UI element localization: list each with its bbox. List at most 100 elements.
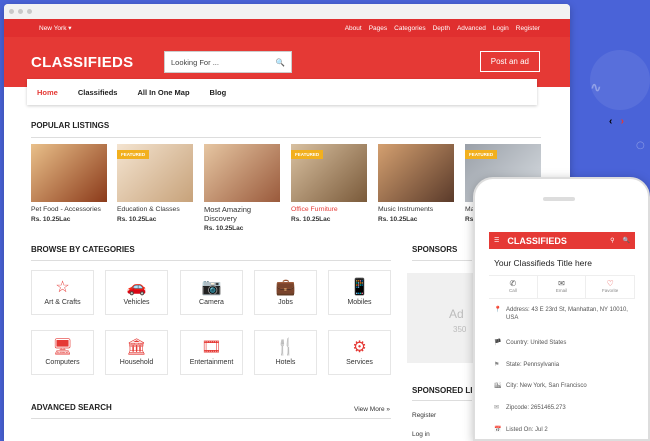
top-links: About Pages Categories Depth Advanced Login Re… bbox=[345, 25, 540, 32]
location-select[interactable]: New York ▾ bbox=[39, 24, 72, 32]
listing-image[interactable]: FEATURED bbox=[117, 144, 193, 202]
category-tile[interactable]: ⚙ Services bbox=[328, 330, 391, 375]
window-dot[interactable] bbox=[9, 9, 14, 14]
featured-badge: FEATURED bbox=[291, 150, 324, 159]
call-button[interactable]: ✆ Call bbox=[489, 276, 538, 298]
detail-text: Zipcode: 2651465.273 bbox=[506, 405, 566, 411]
listing-title[interactable]: Music Instruments bbox=[378, 205, 454, 214]
category-label: Computers bbox=[45, 359, 80, 366]
top-link[interactable]: Depth bbox=[433, 25, 450, 32]
listing-image[interactable] bbox=[204, 144, 280, 202]
detail-text: Address: 43 E 23rd St, Manhattan, NY 100… bbox=[506, 307, 628, 321]
email-button[interactable]: ✉ Email bbox=[538, 276, 587, 298]
category-tile[interactable]: 📷 Camera bbox=[180, 270, 243, 315]
top-link[interactable]: Pages bbox=[369, 25, 387, 32]
detail-text: Listed On: Jul 2 bbox=[506, 427, 548, 433]
browser-chrome bbox=[4, 4, 570, 19]
nav-item[interactable]: Home bbox=[27, 88, 68, 97]
category-tile[interactable]: 🏛 Household bbox=[105, 330, 168, 375]
heart-icon: ♡ bbox=[606, 279, 614, 288]
detail-row: ✉ Zipcode: 2651465.273 bbox=[494, 404, 634, 412]
divider bbox=[31, 418, 391, 419]
prev-arrow-icon[interactable]: ‹ bbox=[609, 116, 612, 127]
category-icon: 🎞 bbox=[201, 339, 222, 356]
nav-item[interactable]: Classifieds bbox=[68, 88, 128, 97]
carousel-arrows: ‹ › bbox=[609, 116, 624, 127]
listing-card[interactable]: Pet Food - Accessories Rs. 10.25Lac bbox=[31, 144, 107, 223]
register-link[interactable]: Register bbox=[412, 412, 436, 419]
top-link[interactable]: Advanced bbox=[457, 25, 486, 32]
location-pin-icon[interactable]: ⚲ bbox=[610, 237, 614, 244]
category-tile[interactable]: ☆ Art & Crafts bbox=[31, 270, 94, 315]
featured-badge: FEATURED bbox=[465, 150, 498, 159]
category-icon: 📷 bbox=[201, 279, 222, 296]
category-label: Entertainment bbox=[189, 359, 234, 366]
window-dot[interactable] bbox=[27, 9, 32, 14]
category-label: Mobiles bbox=[347, 299, 372, 306]
listing-title[interactable]: Education & Classes bbox=[117, 205, 193, 214]
category-tile[interactable]: 📱 Mobiles bbox=[328, 270, 391, 315]
listing-title[interactable]: Pet Food - Accessories bbox=[31, 205, 107, 214]
listing-card[interactable]: Music Instruments Rs. 10.25Lac bbox=[378, 144, 454, 223]
category-label: Household bbox=[119, 359, 154, 366]
login-link[interactable]: Log in bbox=[412, 431, 430, 438]
category-icon: ☆ bbox=[55, 279, 70, 296]
favorite-button[interactable]: ♡ Favorite bbox=[586, 276, 636, 298]
category-label: Hotels bbox=[275, 359, 296, 366]
nav-item[interactable]: Blog bbox=[200, 88, 237, 97]
detail-text: Country: United States bbox=[506, 340, 567, 346]
window-dot[interactable] bbox=[18, 9, 23, 14]
category-label: Vehicles bbox=[123, 299, 150, 306]
post-ad-button[interactable]: Post an ad bbox=[479, 51, 540, 72]
listing-title[interactable]: Most Amazing Discovery bbox=[204, 205, 280, 223]
nav-item[interactable]: All In One Map bbox=[127, 88, 199, 97]
divider bbox=[31, 260, 391, 261]
listing-title[interactable]: Office Furniture bbox=[291, 205, 367, 214]
popular-listings-title: POPULAR LISTINGS bbox=[31, 121, 110, 130]
detail-text: City: New York, San Francisco bbox=[506, 383, 587, 389]
featured-badge: FEATURED bbox=[117, 150, 150, 159]
top-link[interactable]: Login bbox=[493, 25, 509, 32]
detail-row: 🏴 Country: United States bbox=[494, 339, 634, 347]
top-link[interactable]: Register bbox=[516, 25, 540, 32]
envelope-icon: ✉ bbox=[558, 279, 565, 288]
listing-image[interactable]: FEATURED bbox=[291, 144, 367, 202]
top-link[interactable]: Categories bbox=[394, 25, 425, 32]
category-tile[interactable]: 🎞 Entertainment bbox=[180, 330, 243, 375]
listing-card[interactable]: FEATURED Office Furniture Rs. 10.25Lac bbox=[291, 144, 367, 223]
site-logo[interactable]: CLASSIFIEDS bbox=[31, 54, 164, 71]
main-nav: Home Classifieds All In One Map Blog bbox=[27, 79, 537, 105]
category-tile[interactable]: 🍴 Hotels bbox=[254, 330, 317, 375]
listing-image[interactable] bbox=[378, 144, 454, 202]
category-icon: 💼 bbox=[275, 279, 296, 296]
category-tile[interactable]: 🖥 Computers bbox=[31, 330, 94, 375]
phone-logo[interactable]: CLASSIFIEDS bbox=[499, 236, 610, 246]
view-more-link[interactable]: View More » bbox=[354, 406, 390, 413]
phone-speaker bbox=[543, 197, 575, 201]
advanced-search-title: ADVANCED SEARCH bbox=[31, 403, 112, 412]
detail-row: 📍 Address: 43 E 23rd St, Manhattan, NY 10… bbox=[494, 306, 634, 322]
phone-actions: ✆ Call ✉ Email ♡ Favorite bbox=[489, 275, 636, 299]
listing-price: Rs. 10.25Lac bbox=[31, 216, 71, 223]
categories-title: BROWSE BY CATEGORIES bbox=[31, 245, 135, 254]
listing-price: Rs. 10.25Lac bbox=[291, 216, 331, 223]
listing-card[interactable]: Most Amazing Discovery Rs. 10.25Lac bbox=[204, 144, 280, 232]
search-input[interactable]: Looking For ... 🔍 bbox=[164, 51, 292, 73]
category-tile[interactable]: 🚗 Vehicles bbox=[105, 270, 168, 315]
top-link[interactable]: About bbox=[345, 25, 362, 32]
listing-image[interactable] bbox=[31, 144, 107, 202]
sponsors-title: SPONSORS bbox=[412, 245, 458, 254]
background-squiggle-icon: ∿ bbox=[590, 80, 602, 96]
category-label: Services bbox=[346, 359, 373, 366]
listing-price: Rs. 10.25Lac bbox=[204, 225, 244, 232]
search-icon[interactable]: 🔍 bbox=[276, 58, 285, 67]
next-arrow-icon[interactable]: › bbox=[621, 116, 624, 127]
listing-price: Rs. 10.25Lac bbox=[378, 216, 418, 223]
listing-price: Rs. 10.25Lac bbox=[117, 216, 157, 223]
detail-icon: 🏙 bbox=[494, 383, 502, 389]
search-icon[interactable]: 🔍 bbox=[623, 237, 630, 244]
category-tile[interactable]: 💼 Jobs bbox=[254, 270, 317, 315]
listing-card[interactable]: FEATURED Education & Classes Rs. 10.25Lac bbox=[117, 144, 193, 223]
category-icon: ⚙ bbox=[352, 339, 367, 356]
detail-text: State: Pennsylvania bbox=[506, 362, 560, 368]
